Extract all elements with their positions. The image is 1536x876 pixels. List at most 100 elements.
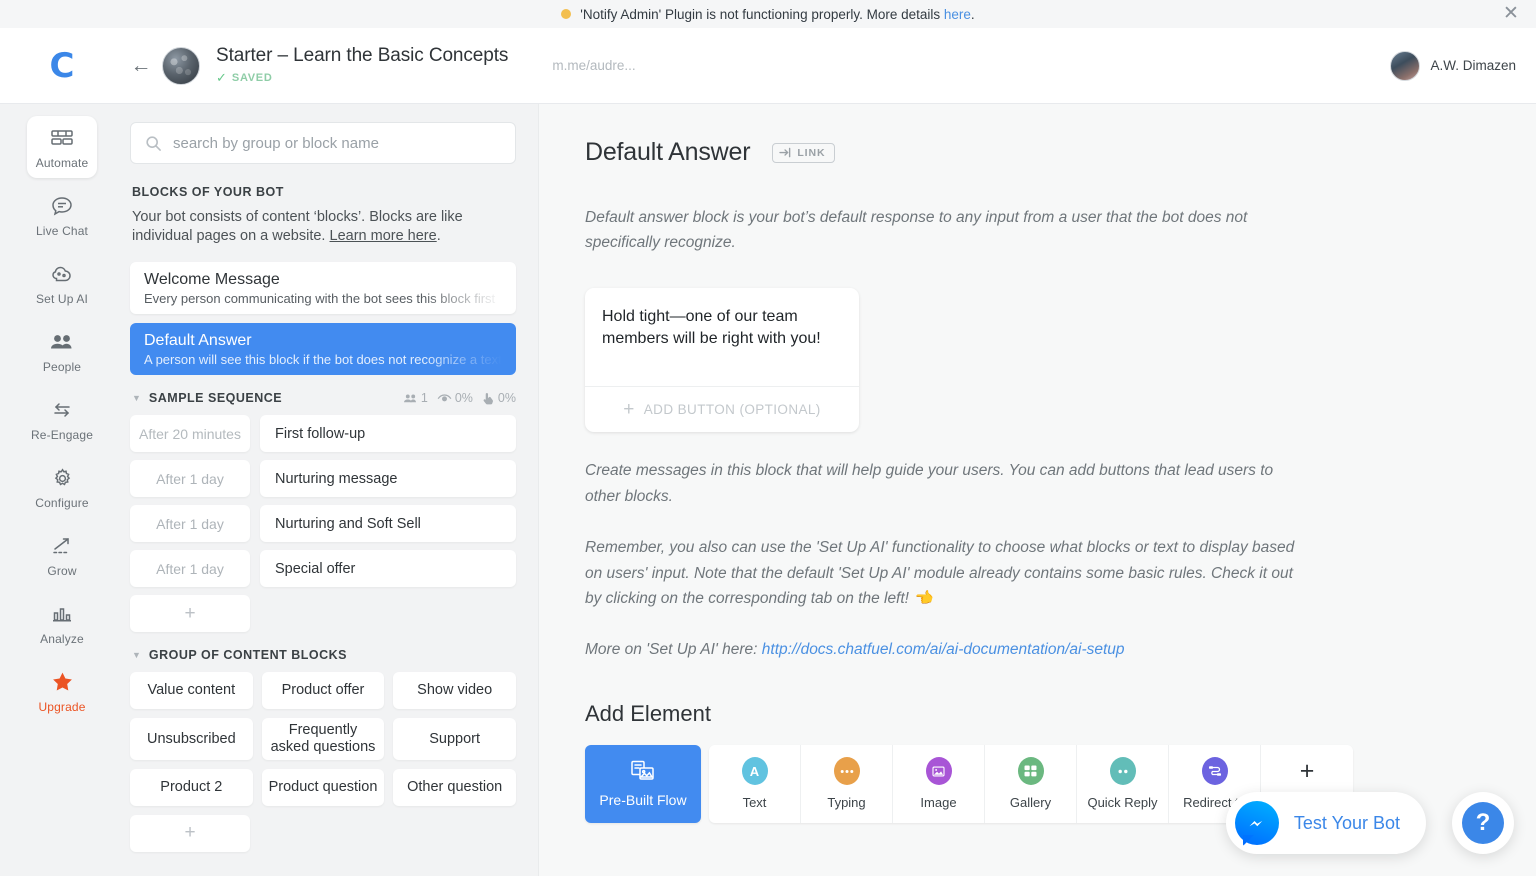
chatfuel-logo[interactable]: C (0, 49, 124, 83)
text-element-icon: A (742, 757, 768, 785)
content-block-tile[interactable]: Support (393, 718, 516, 759)
blocks-panel: BLOCKS OF YOUR BOT Your bot consists of … (124, 104, 538, 876)
sidebar-item-people[interactable]: People (27, 320, 97, 382)
list-item: After 1 day Nurturing and Soft Sell (130, 505, 516, 542)
content-block-tile[interactable]: Frequently asked questions (262, 718, 385, 759)
plus-icon: + (623, 399, 635, 421)
content-block-tile[interactable]: Product offer (262, 672, 385, 709)
notification-period: . (971, 7, 975, 22)
content-block-tile[interactable]: Other question (393, 769, 516, 806)
add-button-label: ADD BUTTON (OPTIONAL) (644, 402, 821, 417)
sidebar-item-upgrade[interactable]: Upgrade (27, 660, 97, 722)
image-element-icon (926, 757, 952, 785)
sequence-name[interactable]: First follow-up (260, 415, 516, 452)
clicks-value: 0% (498, 391, 516, 405)
learn-more-link[interactable]: Learn more here (330, 228, 437, 244)
content-block-tile[interactable]: Value content (130, 672, 253, 709)
configure-icon (51, 466, 74, 490)
sequence-name[interactable]: Nurturing message (260, 460, 516, 497)
bot-title-group: Starter – Learn the Basic Concepts ✓ SAV… (216, 45, 508, 86)
ai-setup-docs-link[interactable]: http://docs.chatfuel.com/ai/ai-documenta… (762, 641, 1125, 658)
bot-avatar (162, 47, 200, 85)
user-name-label: A.W. Dimazen (1430, 58, 1516, 73)
message-text[interactable]: Hold tight—one of our team members will … (585, 288, 859, 386)
chevron-down-icon[interactable]: ▼ (132, 393, 141, 403)
sidebar-item-automate[interactable]: Automate (27, 116, 97, 178)
add-sequence-step-button[interactable]: + (130, 595, 250, 632)
chevron-down-icon[interactable]: ▼ (132, 650, 141, 660)
message-card[interactable]: Hold tight—one of our team members will … (585, 288, 859, 432)
close-icon[interactable]: ✕ (1500, 3, 1522, 25)
more-plus-icon: + (1294, 757, 1320, 785)
sidebar-item-grow[interactable]: Grow (27, 524, 97, 586)
test-your-bot-label: Test Your Bot (1294, 813, 1400, 834)
element-typing-button[interactable]: Typing (801, 745, 893, 823)
analyze-icon (50, 602, 74, 626)
element-label: Gallery (1010, 795, 1051, 810)
block-page-title: Default Answer (585, 138, 750, 167)
prebuilt-flow-button[interactable]: Pre-Built Flow (585, 745, 701, 823)
list-item[interactable]: Default Answer A person will see this bl… (130, 323, 516, 375)
subscribers-stat: 1 (403, 391, 428, 405)
content-group-title: GROUP OF CONTENT BLOCKS (149, 648, 347, 662)
re-engage-icon (50, 398, 74, 422)
element-label: Quick Reply (1087, 795, 1157, 810)
help-paragraph-3-prefix: More on 'Set Up AI' here: (585, 641, 762, 658)
user-menu[interactable]: A.W. Dimazen (1390, 51, 1516, 81)
content-block-tile[interactable]: Unsubscribed (130, 718, 253, 759)
sidebar-item-label: Analyze (40, 632, 84, 646)
element-gallery-button[interactable]: Gallery (985, 745, 1077, 823)
help-paragraph-3: More on 'Set Up AI' here: http://docs.ch… (585, 637, 1295, 662)
sequence-delay[interactable]: After 1 day (130, 505, 250, 542)
add-content-block-button[interactable]: + (130, 815, 250, 852)
sidebar-item-label: Grow (47, 564, 76, 578)
automate-icon (50, 126, 74, 150)
sidebar-item-set-up-ai[interactable]: Set Up AI (27, 252, 97, 314)
prebuilt-flow-icon (629, 759, 657, 783)
sidebar-item-re-engage[interactable]: Re-Engage (27, 388, 97, 450)
help-button[interactable]: ? (1452, 792, 1514, 854)
content-block-tile[interactable]: Product 2 (130, 769, 253, 806)
help-paragraph-2: Remember, you also can use the 'Set Up A… (585, 535, 1295, 611)
sequence-delay[interactable]: After 20 minutes (130, 415, 250, 452)
saved-status: ✓ SAVED (216, 70, 508, 86)
list-item: After 1 day Nurturing message (130, 460, 516, 497)
add-button-optional[interactable]: + ADD BUTTON (OPTIONAL) (585, 386, 859, 432)
element-text-button[interactable]: A Text (709, 745, 801, 823)
list-item: After 20 minutes First follow-up (130, 415, 516, 452)
content-block-tile[interactable]: Show video (393, 672, 516, 709)
sequence-name[interactable]: Nurturing and Soft Sell (260, 505, 516, 542)
block-title: Default Answer (144, 332, 502, 350)
test-your-bot-button[interactable]: Test Your Bot (1226, 792, 1426, 854)
link-badge[interactable]: LINK (772, 143, 835, 163)
search-box[interactable] (130, 122, 516, 164)
sequence-stats: 1 0% 0% (398, 391, 516, 405)
element-quick-reply-button[interactable]: Quick Reply (1077, 745, 1169, 823)
content-blocks-grid: Value content Product offer Show video U… (130, 672, 516, 805)
block-title: Welcome Message (144, 271, 502, 289)
views-value: 0% (455, 391, 473, 405)
bot-url-label[interactable]: m.me/audre... (552, 58, 635, 73)
element-image-button[interactable]: Image (893, 745, 985, 823)
sidebar-item-live-chat[interactable]: Live Chat (27, 184, 97, 246)
sidebar-item-label: Configure (35, 496, 88, 510)
search-input[interactable] (173, 135, 501, 152)
people-stat-icon (403, 393, 418, 404)
notification-details-link[interactable]: here (944, 7, 971, 22)
sidebar-item-analyze[interactable]: Analyze (27, 592, 97, 654)
warning-dot-icon (561, 9, 571, 19)
sidebar-item-label: People (43, 360, 81, 374)
sample-sequence-header[interactable]: ▼ SAMPLE SEQUENCE 1 0% (132, 391, 516, 405)
notification-bar: 'Notify Admin' Plugin is not functioning… (0, 0, 1536, 28)
sidebar-item-configure[interactable]: Configure (27, 456, 97, 518)
sequence-delay[interactable]: After 1 day (130, 460, 250, 497)
content-block-tile[interactable]: Product question (262, 769, 385, 806)
help-paragraph-1: Create messages in this block that will … (585, 458, 1295, 509)
back-button[interactable]: ← (124, 54, 158, 78)
content-group-header[interactable]: ▼ GROUP OF CONTENT BLOCKS (132, 648, 516, 662)
upgrade-star-icon (50, 670, 75, 694)
list-item[interactable]: Welcome Message Every person communicati… (130, 262, 516, 314)
sequence-delay[interactable]: After 1 day (130, 550, 250, 587)
sequence-name[interactable]: Special offer (260, 550, 516, 587)
sidebar-item-label: Set Up AI (36, 292, 88, 306)
